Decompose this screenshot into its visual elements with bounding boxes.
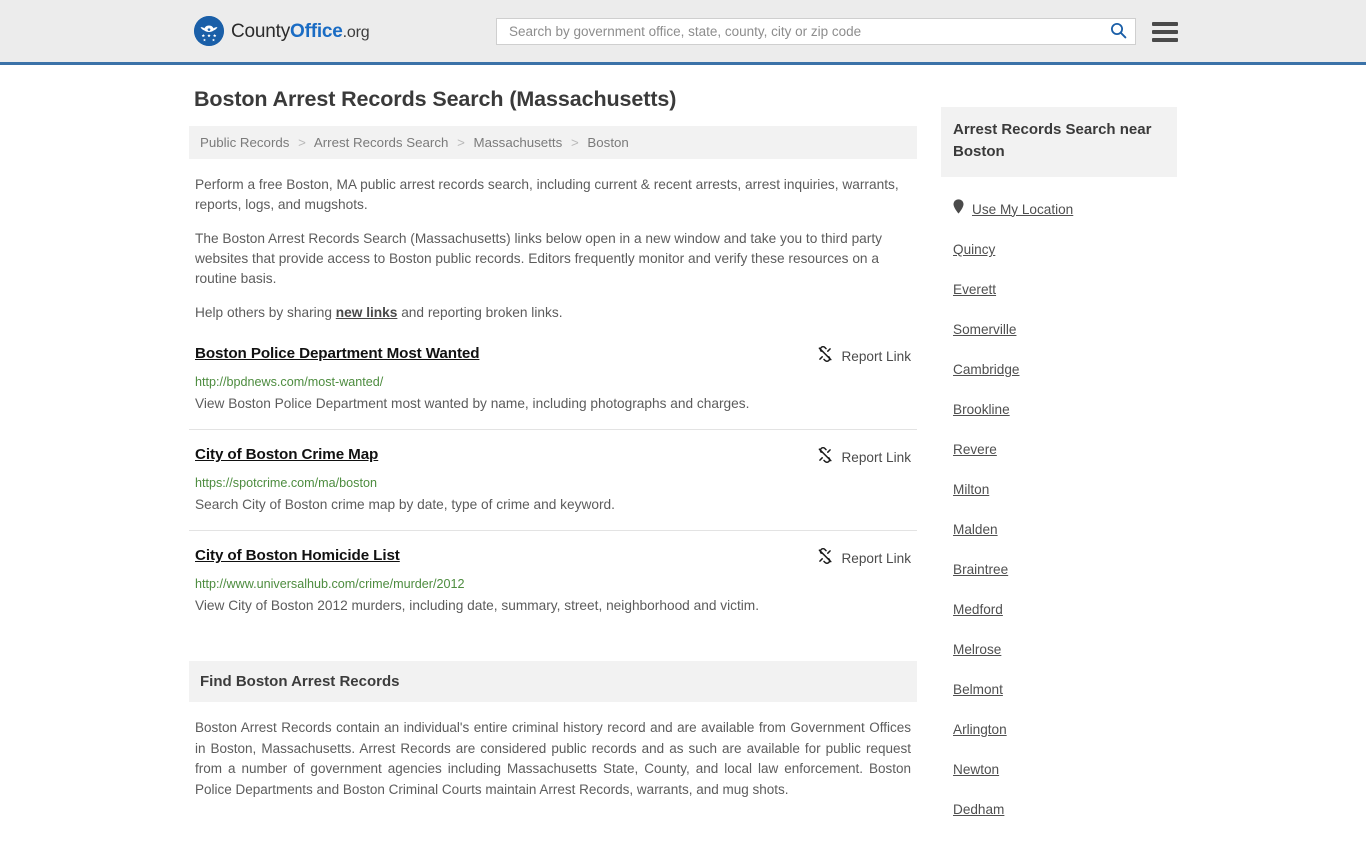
intro-p3-before: Help others by sharing <box>195 305 336 320</box>
listing-header: City of Boston Homicide List Report Link <box>195 547 911 569</box>
list-item[interactable]: Quincy <box>953 241 1165 259</box>
listing-title-link[interactable]: Boston Police Department Most Wanted <box>195 345 480 362</box>
listing-description: View City of Boston 2012 murders, includ… <box>195 598 760 613</box>
hamburger-menu-icon[interactable] <box>1152 21 1178 42</box>
hamburger-bar-2 <box>1152 29 1178 34</box>
map-pin-icon <box>953 199 964 219</box>
listing-header: Boston Police Department Most Wanted Rep… <box>195 345 911 367</box>
site-logo[interactable]: CountyOffice.org <box>194 16 370 46</box>
breadcrumb-separator: > <box>298 135 306 150</box>
page-container: Boston Arrest Records Search (Massachuse… <box>189 65 1177 841</box>
use-my-location-link[interactable]: Use My Location <box>972 202 1073 217</box>
list-item: Boston Police Department Most Wanted Rep… <box>189 345 917 430</box>
list-item[interactable]: Somerville <box>953 321 1165 339</box>
report-link-button[interactable]: Report Link <box>817 447 911 468</box>
broken-link-icon <box>817 346 833 367</box>
sidebar-item-cambridge[interactable]: Cambridge <box>953 362 1020 377</box>
logo-wordmark: CountyOffice.org <box>231 20 370 42</box>
sidebar: Arrest Records Search near Boston Use My… <box>941 87 1177 841</box>
search-area <box>496 18 1178 45</box>
site-header: CountyOffice.org <box>0 0 1366 65</box>
list-item[interactable]: Newton <box>953 761 1165 779</box>
list-item[interactable]: Melrose <box>953 641 1165 659</box>
list-item[interactable]: Belmont <box>953 681 1165 699</box>
sidebar-item-use-my-location[interactable]: Use My Location <box>953 199 1165 219</box>
breadcrumb: Public Records > Arrest Records Search >… <box>189 126 917 159</box>
sidebar-item-medford[interactable]: Medford <box>953 602 1003 617</box>
report-link-label: Report Link <box>841 551 911 566</box>
list-item[interactable]: Arlington <box>953 721 1165 739</box>
list-item: City of Boston Crime Map Report Link htt… <box>189 446 917 531</box>
listing-url[interactable]: http://bpdnews.com/most-wanted/ <box>195 375 911 389</box>
sidebar-item-malden[interactable]: Malden <box>953 522 998 537</box>
page-title: Boston Arrest Records Search (Massachuse… <box>194 87 677 111</box>
report-link-button[interactable]: Report Link <box>817 548 911 569</box>
sidebar-item-somerville[interactable]: Somerville <box>953 322 1016 337</box>
breadcrumb-item-boston[interactable]: Boston <box>587 135 628 150</box>
sidebar-item-everett[interactable]: Everett <box>953 282 996 297</box>
find-records-section: Find Boston Arrest Records Boston Arrest… <box>189 661 917 800</box>
broken-link-icon <box>817 548 833 569</box>
intro-p3-after: and reporting broken links. <box>397 305 563 320</box>
list-item[interactable]: Braintree <box>953 561 1165 579</box>
logo-text-office: Office <box>290 20 343 42</box>
list-item[interactable]: Dedham <box>953 801 1165 819</box>
breadcrumb-item-arrest-records-search[interactable]: Arrest Records Search <box>314 135 449 150</box>
listing-title-link[interactable]: City of Boston Crime Map <box>195 446 378 463</box>
sidebar-item-revere[interactable]: Revere <box>953 442 997 457</box>
intro-paragraph-2: The Boston Arrest Records Search (Massac… <box>195 231 883 286</box>
list-item[interactable]: Milton <box>953 481 1165 499</box>
logo-text-county: County <box>231 20 291 42</box>
new-links-link[interactable]: new links <box>336 305 398 320</box>
intro-text: Perform a free Boston, MA public arrest … <box>189 175 917 323</box>
sidebar-item-braintree[interactable]: Braintree <box>953 562 1008 577</box>
list-item[interactable]: Everett <box>953 281 1165 299</box>
list-item[interactable]: Malden <box>953 521 1165 539</box>
sidebar-item-newton[interactable]: Newton <box>953 762 999 777</box>
list-item[interactable]: Cambridge <box>953 361 1165 379</box>
search-box[interactable] <box>496 18 1136 45</box>
report-link-label: Report Link <box>841 450 911 465</box>
find-records-heading: Find Boston Arrest Records <box>189 661 917 702</box>
list-item: City of Boston Homicide List Report Link… <box>189 547 917 631</box>
search-input[interactable] <box>509 24 1108 39</box>
search-icon <box>1110 22 1127 42</box>
list-item[interactable]: Medford <box>953 601 1165 619</box>
sidebar-item-dedham[interactable]: Dedham <box>953 802 1004 817</box>
report-link-button[interactable]: Report Link <box>817 346 911 367</box>
listing-header: City of Boston Crime Map Report Link <box>195 446 911 468</box>
listing-url[interactable]: http://www.universalhub.com/crime/murder… <box>195 577 911 591</box>
breadcrumb-item-massachusetts[interactable]: Massachusetts <box>474 135 563 150</box>
logo-text-org: .org <box>342 23 370 41</box>
sidebar-item-quincy[interactable]: Quincy <box>953 242 995 257</box>
search-button[interactable] <box>1108 22 1129 42</box>
intro-paragraph-3: Help others by sharing new links and rep… <box>189 303 917 323</box>
sidebar-item-melrose[interactable]: Melrose <box>953 642 1001 657</box>
intro-paragraph-1: Perform a free Boston, MA public arrest … <box>195 177 899 212</box>
sidebar-nearby-list: Use My Location Quincy Everett Somervill… <box>941 199 1177 819</box>
resource-listings: Boston Police Department Most Wanted Rep… <box>189 345 917 631</box>
sidebar-item-belmont[interactable]: Belmont <box>953 682 1003 697</box>
eagle-shield-icon <box>194 16 224 46</box>
sidebar-heading: Arrest Records Search near Boston <box>941 107 1177 177</box>
report-link-label: Report Link <box>841 349 911 364</box>
list-item[interactable]: Brookline <box>953 401 1165 419</box>
main-content: Boston Arrest Records Search (Massachuse… <box>189 87 917 800</box>
breadcrumb-separator: > <box>457 135 465 150</box>
listing-description: View Boston Police Department most wante… <box>195 396 750 411</box>
listing-title-link[interactable]: City of Boston Homicide List <box>195 547 400 564</box>
sidebar-item-arlington[interactable]: Arlington <box>953 722 1007 737</box>
breadcrumb-separator: > <box>570 135 579 150</box>
listing-description: Search City of Boston crime map by date,… <box>195 497 615 512</box>
hamburger-bar-3 <box>1152 37 1178 42</box>
breadcrumb-item-public-records[interactable]: Public Records <box>200 135 289 150</box>
listing-url[interactable]: https://spotcrime.com/ma/boston <box>195 476 911 490</box>
list-item[interactable]: Revere <box>953 441 1165 459</box>
hamburger-bar-1 <box>1152 21 1178 26</box>
broken-link-icon <box>817 447 833 468</box>
sidebar-item-brookline[interactable]: Brookline <box>953 402 1010 417</box>
find-records-body: Boston Arrest Records contain an individ… <box>195 720 911 797</box>
sidebar-item-milton[interactable]: Milton <box>953 482 989 497</box>
